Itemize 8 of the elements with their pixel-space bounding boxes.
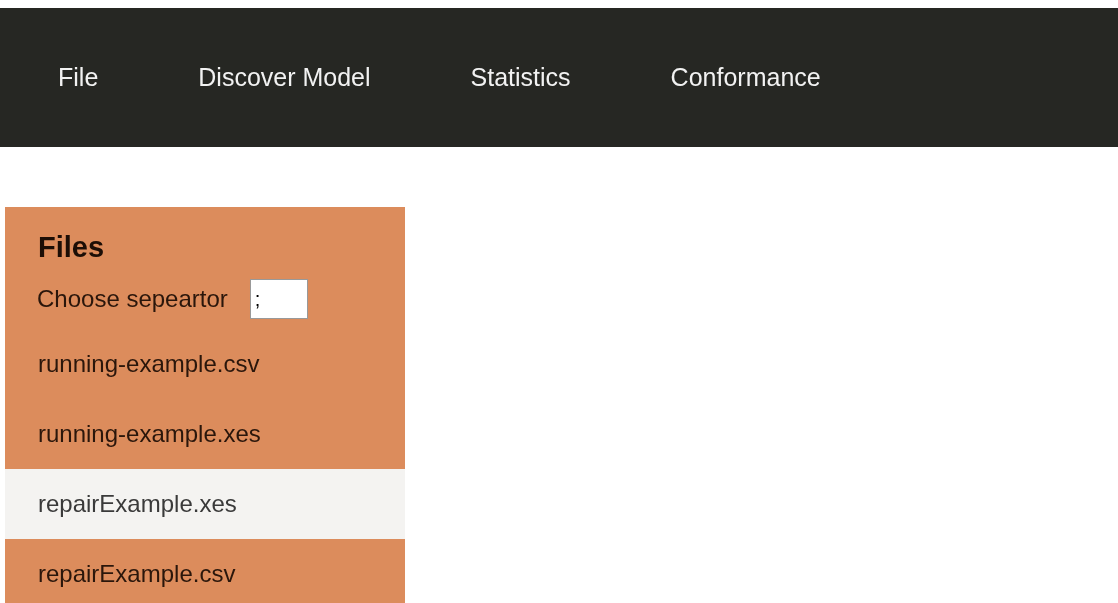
separator-field[interactable]: ;: [249, 279, 308, 319]
menu-item[interactable]: Discover Model: [198, 58, 371, 97]
menu-item[interactable]: File: [58, 58, 99, 97]
menu-item[interactable]: Conformance: [670, 58, 821, 97]
sidebar-title: Files: [38, 230, 106, 265]
menu-item[interactable]: Statistics: [470, 58, 571, 97]
separator-label: Choose sepeartor: [37, 284, 228, 314]
sidebar-row[interactable]: repairExample.xes: [5, 469, 405, 539]
